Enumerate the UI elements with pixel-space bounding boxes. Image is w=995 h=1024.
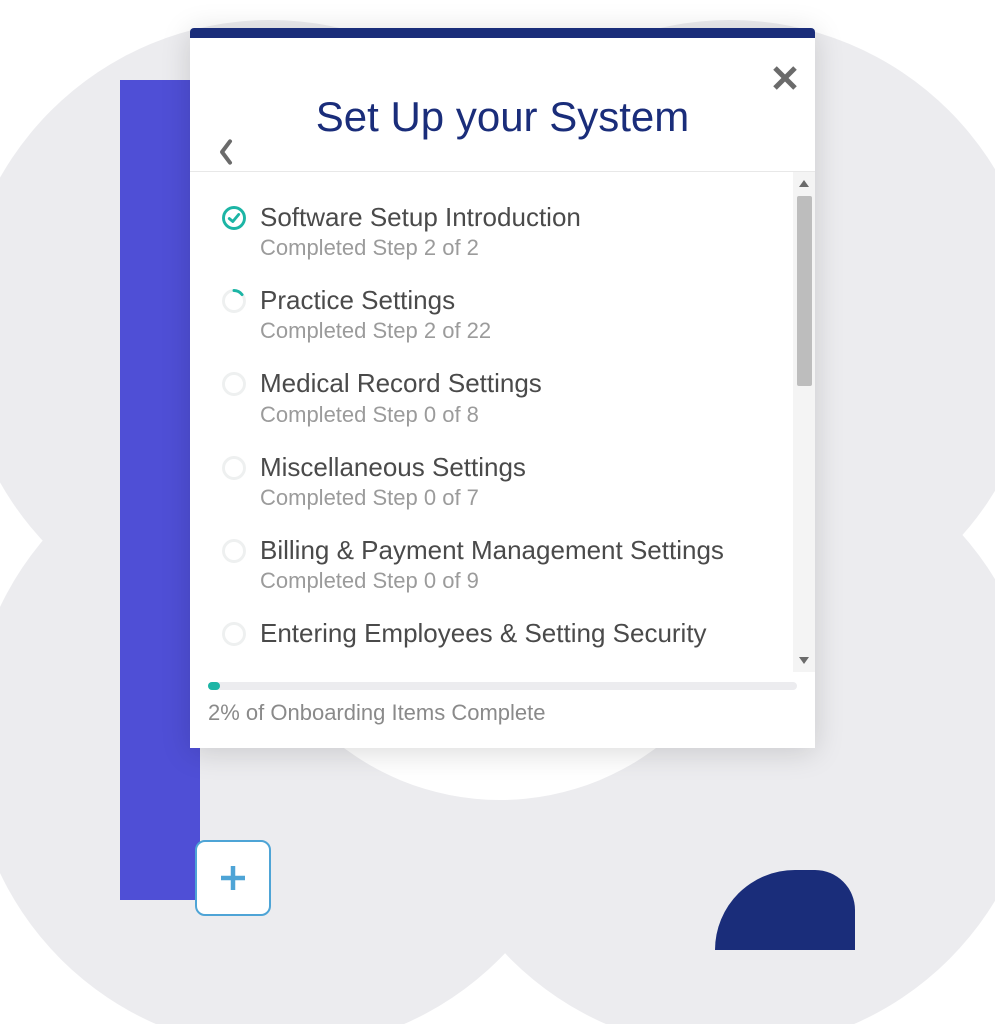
onboarding-item-software-setup[interactable]: Software Setup Introduction Completed St… <box>208 190 783 273</box>
onboarding-item-billing[interactable]: Billing & Payment Management Settings Co… <box>208 523 783 606</box>
onboarding-list-wrap: Software Setup Introduction Completed St… <box>190 172 815 672</box>
progress-empty-icon <box>208 452 260 482</box>
onboarding-item-title: Practice Settings <box>260 285 783 316</box>
panel-title: Set Up your System <box>220 93 785 141</box>
onboarding-item-title: Miscellaneous Settings <box>260 452 783 483</box>
onboarding-item-miscellaneous[interactable]: Miscellaneous Settings Completed Step 0 … <box>208 440 783 523</box>
onboarding-item-title: Billing & Payment Management Settings <box>260 535 783 566</box>
onboarding-list: Software Setup Introduction Completed St… <box>190 172 793 672</box>
close-icon <box>770 63 800 93</box>
scrollbar-thumb[interactable] <box>797 196 812 386</box>
close-button[interactable] <box>763 56 807 100</box>
side-accent-bar <box>120 80 200 900</box>
progress-empty-icon <box>208 368 260 398</box>
onboarding-item-progress: Completed Step 0 of 7 <box>260 485 783 511</box>
onboarding-item-progress: Completed Step 2 of 2 <box>260 235 783 261</box>
scrollbar-down-button[interactable] <box>793 650 815 672</box>
panel-accent-bar <box>190 28 815 38</box>
onboarding-item-title: Medical Record Settings <box>260 368 783 399</box>
onboarding-item-employees-security[interactable]: Entering Employees & Setting Security <box>208 606 783 661</box>
onboarding-item-medical-record[interactable]: Medical Record Settings Completed Step 0… <box>208 356 783 439</box>
setup-panel: Set Up your System Software Setup Introd… <box>190 28 815 748</box>
plus-icon <box>215 860 251 896</box>
progress-empty-icon <box>208 535 260 565</box>
triangle-down-icon <box>798 656 810 666</box>
chevron-left-icon <box>218 138 234 166</box>
scrollbar-up-button[interactable] <box>793 172 815 194</box>
onboarding-item-progress: Completed Step 0 of 9 <box>260 568 783 594</box>
list-scrollbar[interactable] <box>793 172 815 672</box>
progress-bar-fill <box>208 682 220 690</box>
progress-bar-track <box>208 682 797 690</box>
progress-label: 2% of Onboarding Items Complete <box>208 700 797 726</box>
onboarding-item-progress: Completed Step 2 of 22 <box>260 318 783 344</box>
triangle-up-icon <box>798 178 810 188</box>
progress-empty-icon <box>208 618 260 648</box>
onboarding-item-title: Software Setup Introduction <box>260 202 783 233</box>
progress-partial-icon <box>208 285 260 315</box>
onboarding-item-progress: Completed Step 0 of 8 <box>260 402 783 428</box>
back-button[interactable] <box>208 134 244 170</box>
progress-footer: 2% of Onboarding Items Complete <box>190 672 815 748</box>
onboarding-item-title: Entering Employees & Setting Security <box>260 618 783 649</box>
add-button[interactable] <box>195 840 271 916</box>
check-complete-icon <box>208 202 260 232</box>
onboarding-item-practice-settings[interactable]: Practice Settings Completed Step 2 of 22 <box>208 273 783 356</box>
panel-header: Set Up your System <box>190 38 815 172</box>
